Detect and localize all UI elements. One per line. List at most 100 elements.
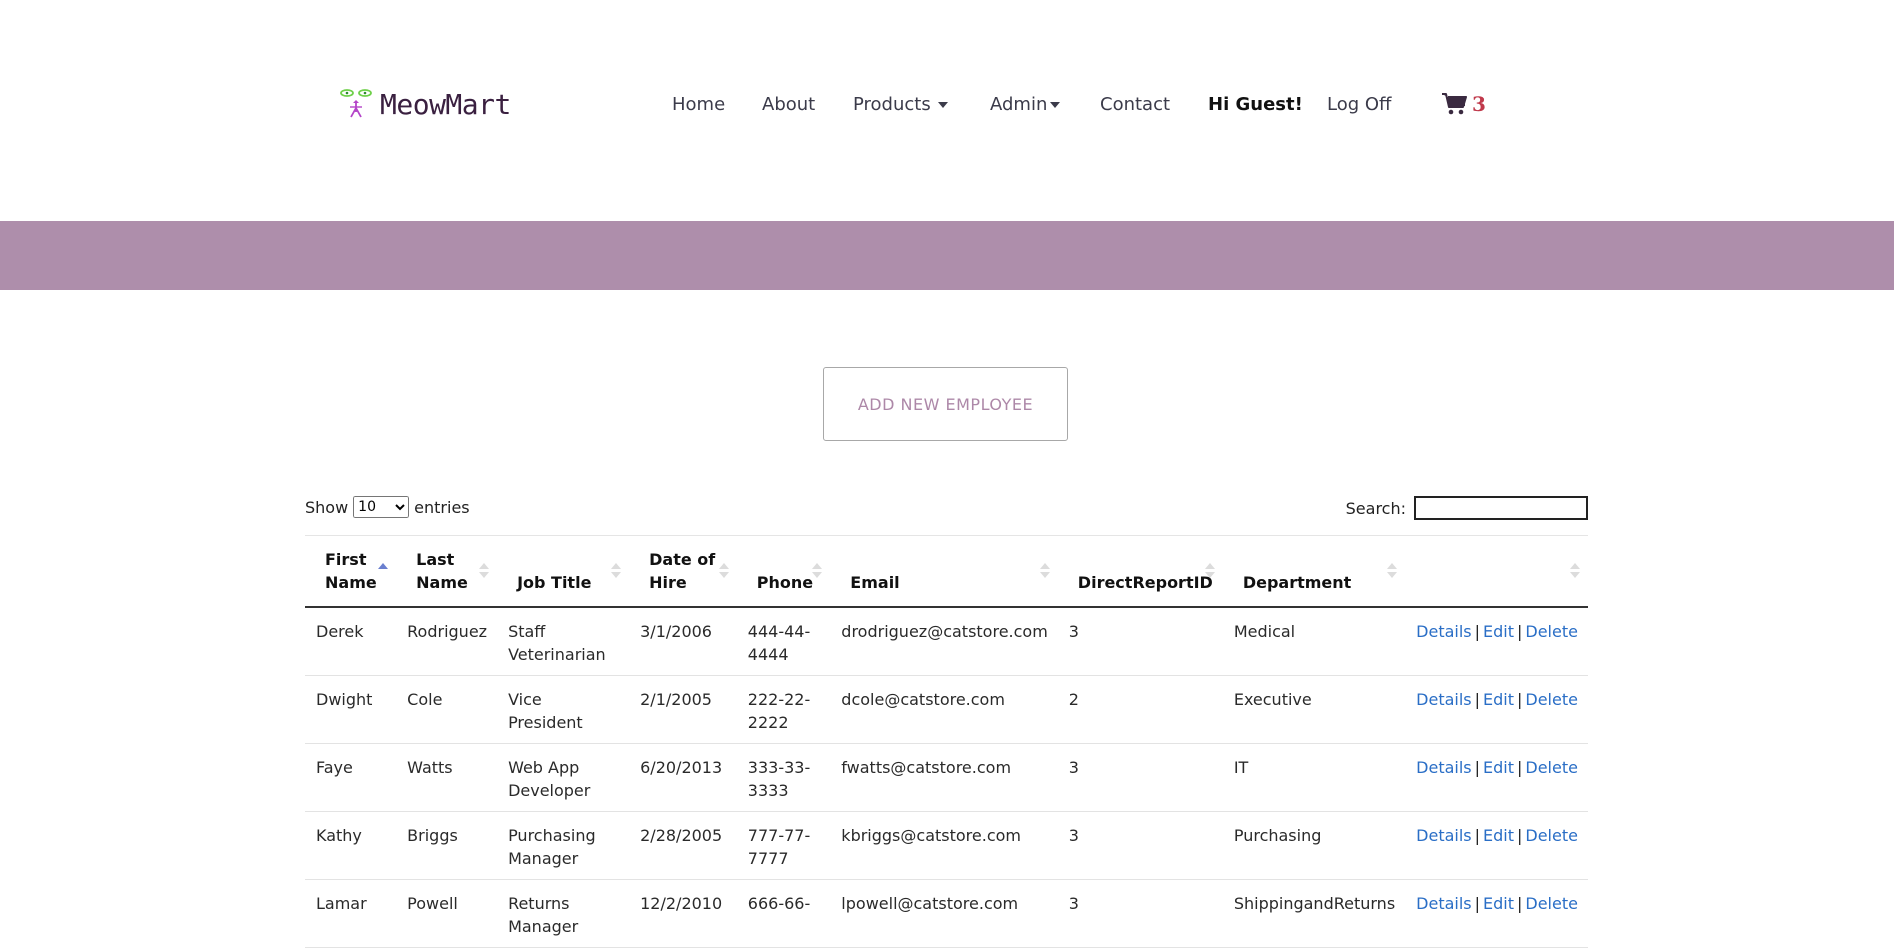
cell-actions: Details | Edit | Delete (1405, 607, 1588, 676)
nav-contact[interactable]: Contact (1100, 94, 1170, 115)
cell-department: ShippingandReturns (1222, 879, 1406, 948)
cell-date-of-hire: 6/20/2013 (629, 743, 737, 812)
edit-link[interactable]: Edit (1483, 622, 1514, 641)
details-link[interactable]: Details (1416, 622, 1471, 641)
cell-direct-report-id: 2 (1057, 675, 1223, 744)
cell-actions: Details | Edit | Delete (1405, 675, 1588, 744)
cell-date-of-hire: 3/1/2006 (629, 607, 737, 676)
table-row: Faye Watts Web App Developer 6/20/2013 3… (305, 743, 1588, 812)
separator: | (1517, 894, 1523, 913)
delete-link[interactable]: Delete (1525, 622, 1578, 641)
cell-job-title: Purchasing Manager (497, 811, 630, 880)
cell-actions: Details | Edit | Delete (1405, 879, 1588, 948)
cell-direct-report-id: 3 (1057, 743, 1223, 812)
col-direct-report-id-label: DirectReportID (1077, 573, 1213, 592)
delete-link[interactable]: Delete (1525, 826, 1578, 845)
delete-link[interactable]: Delete (1525, 758, 1578, 777)
col-phone-label: Phone (756, 573, 814, 592)
col-last-name-label: Last Name (416, 550, 468, 592)
cell-job-title: Returns Manager (497, 879, 630, 948)
site-header: MeowMart Home About Products Admin Conta… (0, 0, 1894, 221)
page-length-select[interactable]: 10 (353, 496, 410, 518)
col-date-of-hire[interactable]: Date of Hire (629, 535, 737, 608)
col-email[interactable]: Email (830, 535, 1058, 608)
cell-department: Medical (1222, 607, 1406, 676)
cell-first-name: Kathy (305, 811, 397, 880)
sort-icon (1570, 563, 1580, 579)
hero-band (0, 221, 1894, 290)
sort-icon (1204, 563, 1215, 579)
edit-link[interactable]: Edit (1483, 826, 1514, 845)
caret-down-icon (1050, 102, 1061, 108)
nav-about[interactable]: About (762, 94, 815, 115)
show-label: Show (305, 497, 349, 517)
cell-direct-report-id: 3 (1057, 607, 1223, 676)
col-direct-report-id[interactable]: DirectReportID (1057, 535, 1223, 608)
sort-icon (1387, 563, 1398, 579)
cell-phone: 444-44-4444 (736, 607, 831, 676)
search-label: Search: (1345, 498, 1406, 518)
search-control: Search: (1346, 496, 1588, 520)
sort-icon (378, 563, 389, 579)
table-header-row: First Name Last Name Job Title Date of H… (305, 535, 1588, 608)
delete-link[interactable]: Delete (1525, 690, 1578, 709)
details-link[interactable]: Details (1416, 894, 1471, 913)
cell-last-name: Briggs (396, 811, 498, 880)
cell-email: lpowell@catstore.com (830, 879, 1058, 948)
details-link[interactable]: Details (1416, 826, 1471, 845)
edit-link[interactable]: Edit (1483, 894, 1514, 913)
cell-email: dcole@catstore.com (830, 675, 1058, 744)
cell-email: kbriggs@catstore.com (830, 811, 1058, 880)
cell-email: drodriguez@catstore.com (830, 607, 1058, 676)
cell-job-title: Staff Veterinarian (497, 607, 630, 676)
nav-logoff[interactable]: Log Off (1327, 94, 1391, 115)
table-row: Lamar Powell Returns Manager 12/2/2010 6… (305, 879, 1588, 948)
cell-date-of-hire: 2/28/2005 (629, 811, 737, 880)
details-link[interactable]: Details (1416, 758, 1471, 777)
nav-products[interactable]: Products (853, 94, 948, 115)
col-last-name[interactable]: Last Name (396, 535, 498, 608)
cell-email: fwatts@catstore.com (830, 743, 1058, 812)
cell-phone: 222-22-2222 (736, 675, 831, 744)
separator: | (1517, 690, 1523, 709)
search-input[interactable] (1414, 496, 1588, 520)
table-row: Kathy Briggs Purchasing Manager 2/28/200… (305, 811, 1588, 880)
col-department[interactable]: Department (1222, 535, 1406, 608)
nav-products-label: Products (853, 94, 931, 115)
cart-icon (1442, 93, 1467, 115)
cell-job-title: Web App Developer (497, 743, 630, 812)
col-first-name[interactable]: First Name (305, 535, 397, 608)
delete-link[interactable]: Delete (1525, 894, 1578, 913)
separator: | (1474, 690, 1481, 709)
add-employee-button[interactable]: ADD NEW EMPLOYEE (823, 367, 1068, 441)
cart-count-badge: 3 (1472, 92, 1486, 116)
separator: | (1474, 826, 1481, 845)
col-job-title[interactable]: Job Title (497, 535, 630, 608)
nav-admin[interactable]: Admin (990, 94, 1061, 115)
cart-link[interactable]: 3 (1441, 92, 1486, 116)
cell-first-name: Derek (305, 607, 397, 676)
separator: | (1517, 622, 1523, 641)
sort-icon (479, 563, 490, 579)
col-email-label: Email (850, 573, 900, 592)
details-link[interactable]: Details (1416, 690, 1471, 709)
cell-department: IT (1222, 743, 1406, 812)
cell-phone: 333-33-3333 (736, 743, 831, 812)
col-phone[interactable]: Phone (736, 535, 831, 608)
col-first-name-label: First Name (325, 550, 377, 592)
col-department-label: Department (1242, 573, 1352, 592)
cell-actions: Details | Edit | Delete (1405, 743, 1588, 812)
edit-link[interactable]: Edit (1483, 758, 1514, 777)
cell-actions: Details | Edit | Delete (1405, 811, 1588, 880)
cell-first-name: Dwight (305, 675, 397, 744)
col-actions[interactable] (1405, 535, 1588, 608)
cell-direct-report-id: 3 (1057, 879, 1223, 948)
cell-job-title: Vice President (497, 675, 630, 744)
sort-icon (611, 563, 622, 579)
brand-link[interactable]: MeowMart (338, 86, 511, 122)
cell-last-name: Rodriguez (396, 607, 498, 676)
separator: | (1474, 622, 1481, 641)
sort-icon (718, 563, 729, 579)
edit-link[interactable]: Edit (1483, 690, 1514, 709)
nav-home[interactable]: Home (672, 94, 725, 115)
